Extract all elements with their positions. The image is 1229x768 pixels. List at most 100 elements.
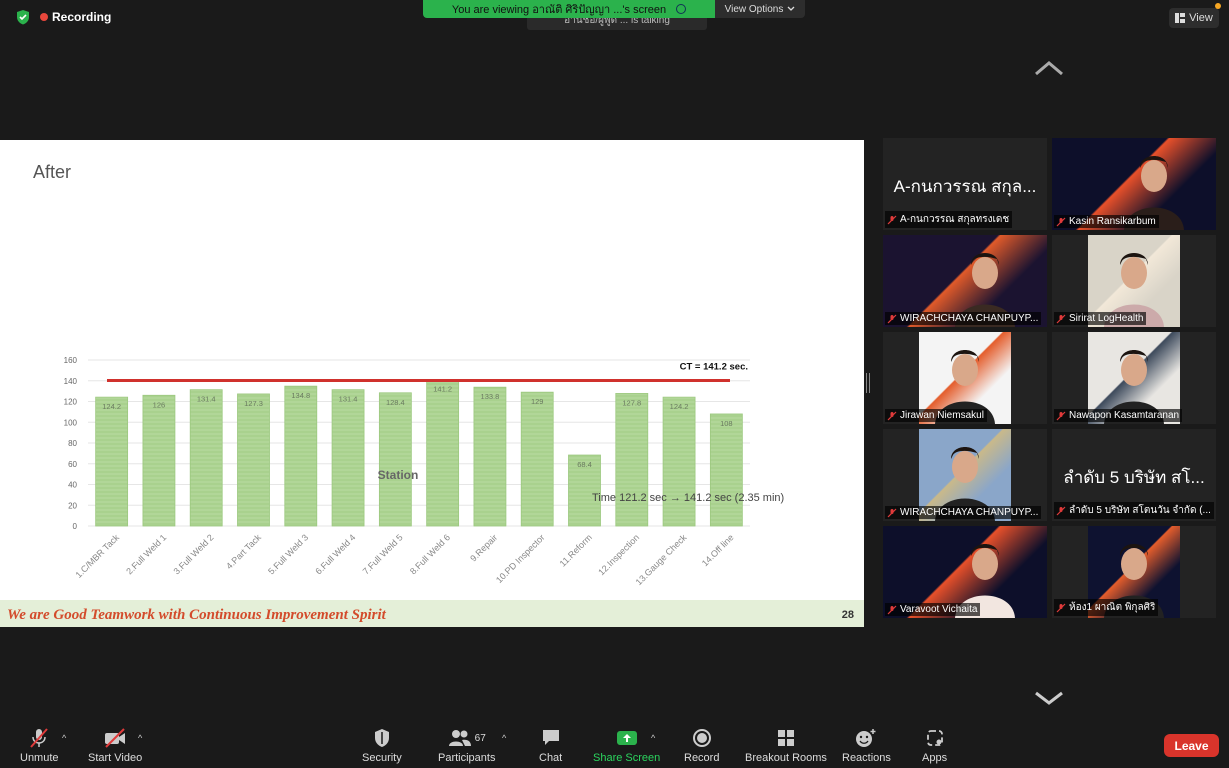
y-tick-label: 100	[64, 418, 78, 427]
chart-bar	[426, 379, 460, 527]
reactions-smiley-icon	[856, 729, 876, 747]
bar-value-label: 128.4	[386, 398, 405, 407]
participant-tile[interactable]: Kasin Ransikarbum	[1052, 138, 1216, 230]
mic-muted-icon	[1056, 217, 1066, 226]
x-axis-title: Station	[378, 468, 419, 482]
participant-tile[interactable]: Sirirat LogHealth	[1052, 235, 1216, 327]
security-shield-icon	[374, 729, 389, 747]
breakout-rooms-icon	[777, 730, 794, 746]
participant-tile[interactable]: WIRACHCHAYA CHANPUYP...	[883, 235, 1047, 327]
participant-name-label: WIRACHCHAYA CHANPUYP...	[885, 506, 1042, 519]
participant-tile[interactable]: Jirawan Niemsakul	[883, 332, 1047, 424]
participant-name-text: ห้อง1 ผาณิต พิกุลศิริ	[1069, 602, 1156, 613]
apps-label: Apps	[922, 752, 948, 764]
bar-value-label: 126	[153, 400, 166, 409]
unmute-button[interactable]: Unmute	[20, 727, 59, 764]
share-options-caret-icon[interactable]: ^	[651, 733, 655, 743]
bar-value-label: 124.2	[670, 402, 689, 411]
bar-value-label: 134.8	[291, 391, 310, 400]
audio-options-caret-icon[interactable]: ^	[62, 733, 66, 743]
y-tick-label: 20	[68, 501, 77, 510]
view-button[interactable]: View	[1169, 8, 1219, 28]
mic-muted-icon	[1056, 506, 1066, 515]
participant-name-label: Kasin Ransikarbum	[1054, 215, 1159, 228]
chat-button[interactable]: Chat	[539, 727, 562, 764]
x-tick-label: 11.Reform	[558, 532, 594, 568]
record-icon	[692, 729, 711, 747]
participant-tile[interactable]: WIRACHCHAYA CHANPUYP...	[883, 429, 1047, 521]
participant-tile[interactable]: ห้อง1 ผาณิต พิกุลศิริ	[1052, 526, 1216, 618]
bar-value-label: 141.2	[433, 385, 452, 394]
notification-dot	[1215, 3, 1221, 9]
start-video-label: Start Video	[88, 752, 143, 764]
gallery-scroll-up-icon[interactable]	[1034, 60, 1064, 76]
x-tick-label: 8.Full Weld 6	[408, 532, 452, 576]
chat-label: Chat	[539, 752, 563, 764]
grid-view-icon	[1175, 13, 1186, 23]
view-options-button[interactable]: View Options	[715, 0, 805, 18]
breakout-rooms-label: Breakout Rooms	[745, 752, 827, 764]
chart-bar	[615, 393, 649, 527]
view-label: View	[1189, 12, 1213, 24]
zoom-meeting-window: Recording อ่านชื่อ/ผู้พูด ... is talking…	[0, 0, 1229, 768]
participant-name-text: Kasin Ransikarbum	[1069, 216, 1156, 227]
participant-tile[interactable]: Nawapon Kasamtaranan	[1052, 332, 1216, 424]
bar-value-label: 124.2	[102, 402, 121, 411]
video-off-icon	[105, 728, 126, 748]
apps-button[interactable]: Apps	[922, 727, 947, 764]
start-video-button[interactable]: Start Video	[88, 727, 142, 764]
recording-label: Recording	[52, 10, 112, 24]
viewing-screen-banner: You are viewing อาณัติ ศิริปัญญา ...'s s…	[423, 0, 715, 18]
bar-value-label: 133.8	[481, 392, 500, 401]
station-time-chart: 0 20 40 60 80 100 120 140 160 124.2 1.C/MBR Tack 12…	[64, 356, 750, 587]
share-screen-icon	[616, 731, 637, 745]
record-button[interactable]: Record	[684, 727, 719, 764]
video-options-caret-icon[interactable]: ^	[138, 733, 142, 743]
y-tick-label: 0	[73, 522, 78, 531]
leave-button[interactable]: Leave	[1164, 734, 1219, 757]
chart-bar	[331, 389, 365, 527]
reactions-button[interactable]: Reactions	[842, 727, 891, 764]
view-options-label: View Options	[724, 3, 784, 15]
panel-resize-handle[interactable]	[866, 373, 870, 393]
participants-button[interactable]: 67 Participants	[438, 727, 495, 764]
chart-bar	[142, 394, 176, 527]
recording-indicator[interactable]: Recording	[14, 8, 111, 26]
y-tick-label: 160	[64, 356, 78, 365]
record-label: Record	[684, 752, 720, 764]
mic-muted-icon	[887, 605, 897, 614]
participant-name-label: Jirawan Niemsakul	[885, 409, 987, 422]
chart-bar	[520, 391, 554, 527]
participant-name-text: WIRACHCHAYA CHANPUYP...	[900, 507, 1039, 518]
chart-bar	[95, 396, 129, 527]
bar-value-label: 131.4	[339, 395, 358, 404]
y-tick-label: 120	[64, 398, 78, 407]
stop-viewing-icon[interactable]	[676, 4, 687, 14]
participant-tile[interactable]: Varavoot Vichaita	[883, 526, 1047, 618]
bar-value-label: 127.3	[244, 399, 263, 408]
x-tick-label: 5.Full Weld 3	[266, 532, 310, 576]
participants-options-caret-icon[interactable]: ^	[502, 733, 506, 743]
bar-value-label: 127.8	[622, 398, 641, 407]
bar-value-label: 68.4	[577, 460, 592, 469]
slide-page-number: 28	[841, 609, 854, 621]
breakout-rooms-button[interactable]: Breakout Rooms	[745, 727, 827, 764]
security-button[interactable]: Security	[362, 727, 402, 764]
participant-tile[interactable]: A-กนกวรรณ สกุล... A-กนกวรรณ สกุลทรงเดช	[883, 138, 1047, 230]
time-note: Time 121.2 sec → 141.2 sec (2.35 min)	[592, 492, 785, 504]
participants-label: Participants	[438, 752, 496, 764]
x-tick-label: 6.Full Weld 4	[313, 532, 357, 576]
microphone-muted-icon	[30, 728, 49, 748]
x-tick-label: 14.Off line	[700, 532, 736, 568]
chart-bar	[473, 386, 507, 527]
x-tick-label: 13.Gauge Check	[634, 532, 689, 587]
participant-tile[interactable]: ลำดับ 5 บริษัท สโ... ลำดับ 5 บริษัท สโตนว…	[1052, 429, 1216, 521]
participants-icon	[448, 730, 471, 746]
participants-count: 67	[474, 732, 486, 744]
gallery-scroll-down-icon[interactable]	[1034, 690, 1064, 706]
participant-name-text: Sirirat LogHealth	[1069, 313, 1144, 324]
participant-name-text: A-กนกวรรณ สกุลทรงเดช	[900, 214, 1010, 225]
mic-muted-icon	[1056, 411, 1066, 420]
participant-name-text: Jirawan Niemsakul	[900, 410, 984, 421]
shield-icon[interactable]	[14, 8, 32, 26]
